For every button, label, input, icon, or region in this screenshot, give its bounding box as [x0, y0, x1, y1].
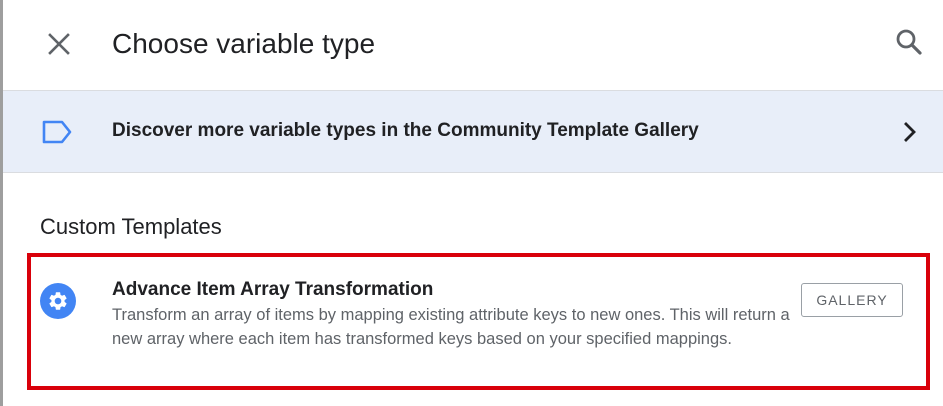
banner-text: Discover more variable types in the Comm…	[112, 120, 699, 141]
gallery-button[interactable]: GALLERY	[801, 283, 903, 317]
section-title-custom-templates: Custom Templates	[40, 214, 222, 239]
template-description: Transform an array of items by mapping e…	[112, 306, 790, 348]
search-icon	[896, 29, 922, 55]
close-icon	[48, 33, 70, 55]
template-icon	[40, 283, 76, 319]
search-button[interactable]	[891, 24, 927, 60]
template-item-advance-item-array-transformation[interactable]: Advance Item Array Transformation Transf…	[27, 253, 930, 390]
header: Choose variable type	[3, 0, 943, 90]
chevron-right-icon	[904, 122, 916, 142]
close-button[interactable]	[41, 26, 77, 62]
page-title: Choose variable type	[112, 28, 376, 59]
choose-variable-type-panel: Choose variable type Discover more varia…	[0, 0, 943, 406]
template-title: Advance Item Array Transformation	[112, 279, 434, 300]
community-gallery-banner[interactable]: Discover more variable types in the Comm…	[3, 90, 943, 173]
tag-icon	[42, 120, 72, 144]
gear-icon	[49, 292, 67, 310]
